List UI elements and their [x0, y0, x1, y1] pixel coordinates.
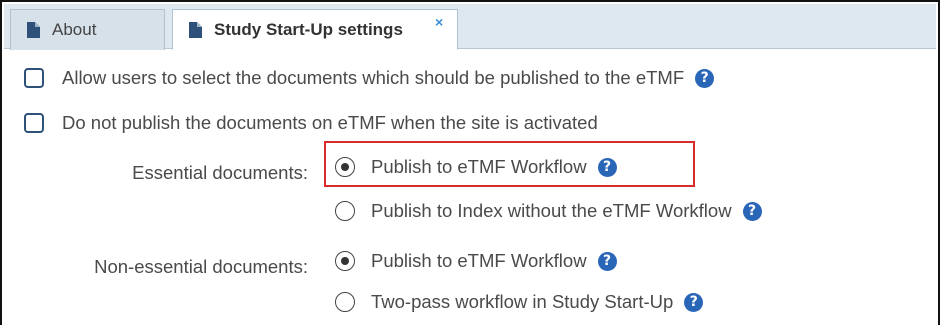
- essential-choice-publish-index[interactable]: Publish to Index without the eTMF Workfl…: [335, 200, 762, 222]
- essential-publish-index-label: Publish to Index without the eTMF Workfl…: [371, 200, 732, 221]
- help-icon[interactable]: ?: [597, 251, 617, 271]
- do-not-publish-checkbox[interactable]: [24, 113, 44, 133]
- allow-select-checkbox[interactable]: [24, 68, 44, 88]
- tab-about-label: About: [52, 20, 97, 39]
- essential-publish-index-radio[interactable]: [335, 201, 355, 221]
- non-essential-two-pass-label: Two-pass workflow in Study Start-Up: [371, 291, 674, 312]
- essential-documents-label: Essential documents:: [132, 162, 308, 183]
- settings-window: About Study Start-Up settings × Allow us…: [0, 0, 940, 325]
- highlight-box: [324, 141, 695, 187]
- settings-content: Allow users to select the documents whic…: [2, 50, 938, 325]
- help-icon[interactable]: ?: [684, 292, 704, 312]
- help-icon[interactable]: ?: [695, 68, 715, 88]
- tab-settings-label: Study Start-Up settings: [214, 19, 403, 39]
- option-do-not-publish: Do not publish the documents on eTMF whe…: [24, 112, 598, 134]
- non-essential-publish-workflow-radio[interactable]: [335, 251, 355, 271]
- tab-bar: About Study Start-Up settings ×: [4, 4, 936, 50]
- help-icon[interactable]: ?: [742, 201, 762, 221]
- tab-about[interactable]: About: [10, 9, 165, 50]
- document-icon: [27, 22, 40, 38]
- non-essential-documents-label: Non-essential documents:: [94, 256, 308, 277]
- option-allow-select: Allow users to select the documents whic…: [24, 67, 715, 89]
- non-essential-choice-publish-workflow[interactable]: Publish to eTMF Workflow ?: [335, 250, 617, 272]
- close-icon[interactable]: ×: [435, 14, 443, 30]
- document-icon: [189, 21, 202, 38]
- tab-study-start-up-settings[interactable]: Study Start-Up settings ×: [172, 9, 458, 50]
- do-not-publish-label: Do not publish the documents on eTMF whe…: [62, 112, 598, 133]
- allow-select-label: Allow users to select the documents whic…: [62, 67, 685, 88]
- non-essential-two-pass-radio[interactable]: [335, 292, 355, 312]
- non-essential-choice-two-pass[interactable]: Two-pass workflow in Study Start-Up ?: [335, 291, 704, 313]
- non-essential-publish-workflow-label: Publish to eTMF Workflow: [371, 250, 587, 271]
